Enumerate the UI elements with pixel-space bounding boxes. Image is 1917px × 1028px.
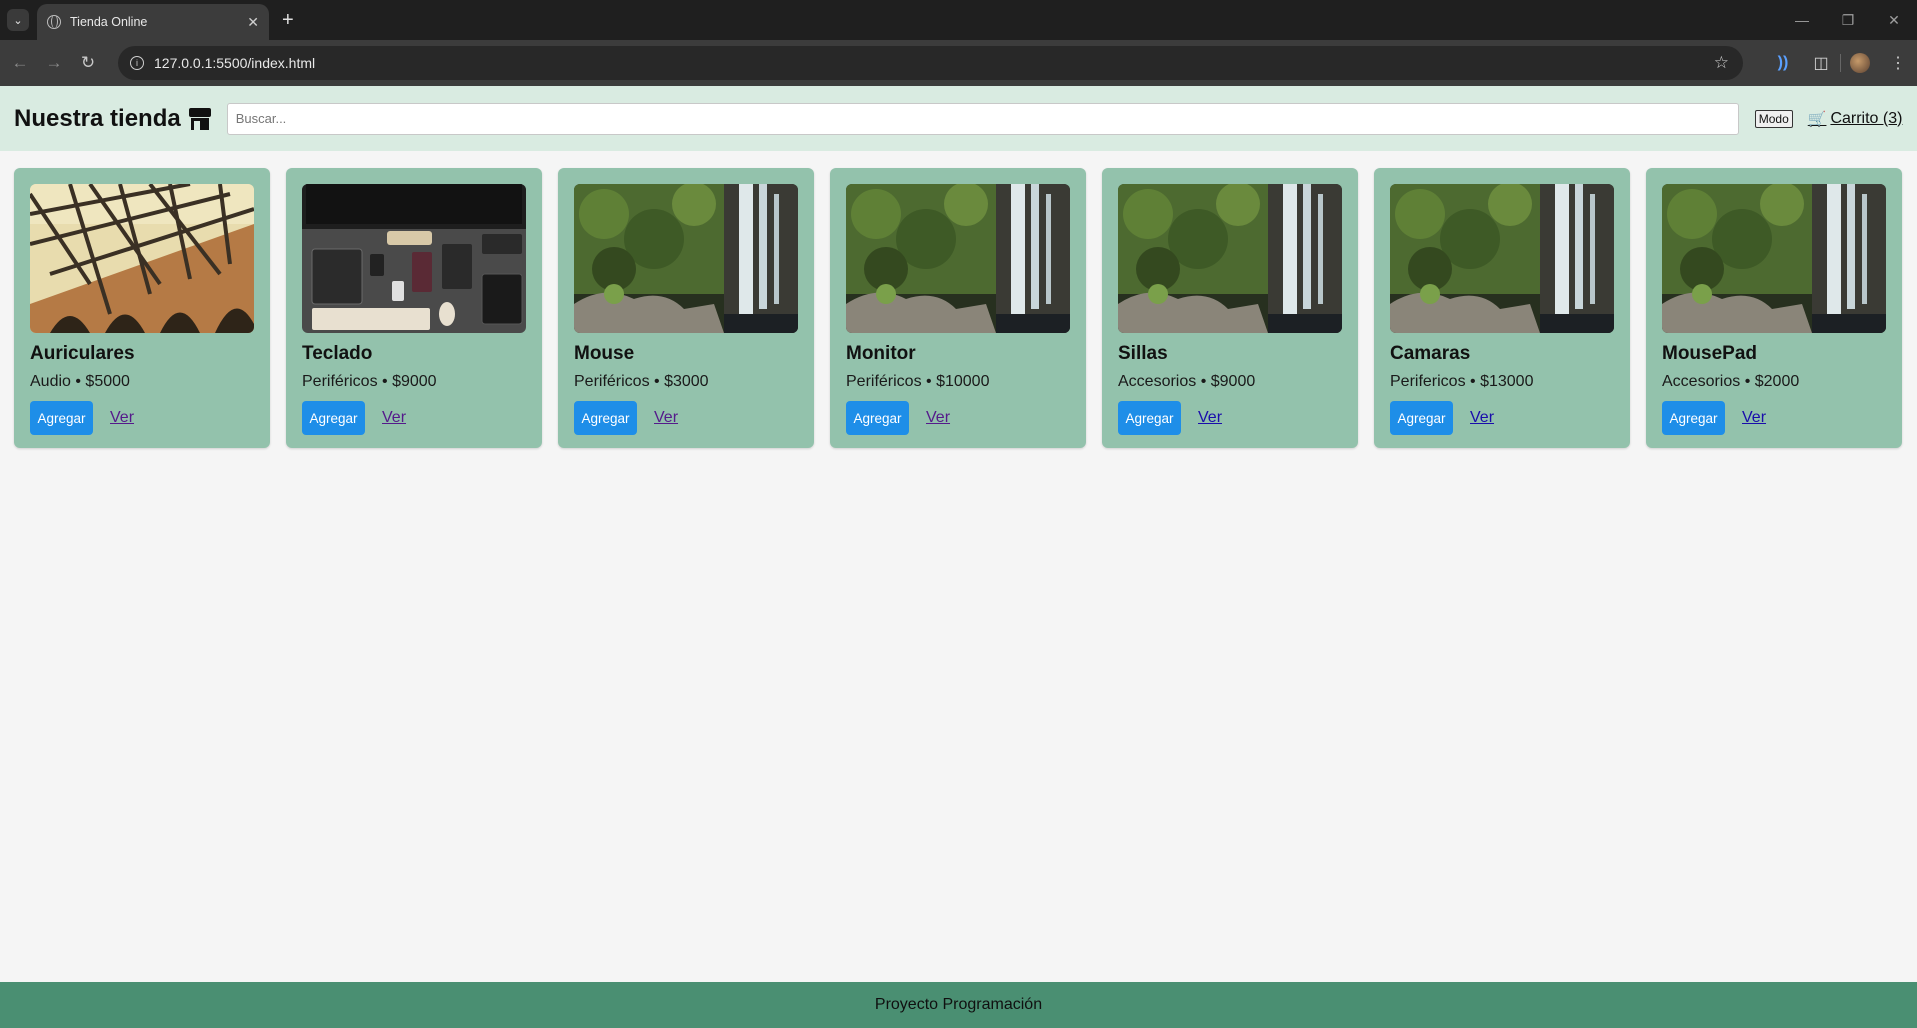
- site-info-icon[interactable]: i: [130, 56, 144, 70]
- product-actions: Agregar Ver: [30, 401, 254, 435]
- back-icon[interactable]: ←: [3, 46, 37, 80]
- extensions-puzzle-icon[interactable]: ◫: [1802, 53, 1840, 73]
- product-card: MousePad Accesorios • $2000 Agregar Ver: [1646, 168, 1902, 448]
- product-card: Mouse Periféricos • $3000 Agregar Ver: [558, 168, 814, 448]
- view-product-link[interactable]: Ver: [926, 409, 950, 427]
- restore-icon[interactable]: ❐: [1825, 0, 1871, 40]
- product-image-waterfall: [1118, 184, 1342, 333]
- add-to-cart-button[interactable]: Agregar: [1662, 401, 1725, 435]
- product-category-price: Accesorios • $9000: [1118, 373, 1256, 390]
- view-product-link[interactable]: Ver: [654, 409, 678, 427]
- window-controls: — ❐ ✕: [1779, 0, 1917, 40]
- product-category-price: Periféricos • $10000: [846, 373, 990, 390]
- product-image-waterfall: [574, 184, 798, 333]
- site-title: Nuestra tienda: [14, 104, 181, 132]
- view-product-link[interactable]: Ver: [1198, 409, 1222, 427]
- view-product-link[interactable]: Ver: [110, 409, 134, 427]
- product-category-price: Periféricos • $3000: [574, 373, 709, 390]
- product-card: Sillas Accesorios • $9000 Agregar Ver: [1102, 168, 1358, 448]
- product-actions: Agregar Ver: [574, 401, 798, 435]
- toolbar-icons: )) ◫ ⋮: [1764, 40, 1917, 86]
- product-actions: Agregar Ver: [1390, 401, 1614, 435]
- browser-tab[interactable]: Tienda Online ✕: [37, 4, 269, 40]
- reload-icon[interactable]: ↻: [71, 46, 105, 80]
- add-to-cart-button[interactable]: Agregar: [846, 401, 909, 435]
- product-image-desk: [302, 184, 526, 333]
- product-image-waterfall: [1390, 184, 1614, 333]
- product-category-price: Audio • $5000: [30, 373, 130, 390]
- shopping-cart-icon: 🛒: [1807, 110, 1827, 128]
- view-product-link[interactable]: Ver: [382, 409, 406, 427]
- tab-search-icon[interactable]: ⌄: [7, 9, 29, 31]
- view-product-link[interactable]: Ver: [1742, 409, 1766, 427]
- product-actions: Agregar Ver: [1118, 401, 1342, 435]
- address-bar[interactable]: i 127.0.0.1:5500/index.html ☆: [118, 46, 1743, 80]
- minimize-icon[interactable]: —: [1779, 0, 1825, 40]
- site-brand: Nuestra tienda: [14, 105, 211, 133]
- footer-text: Proyecto Programación: [874, 996, 1043, 1013]
- product-card: Monitor Periféricos • $10000 Agregar Ver: [830, 168, 1086, 448]
- product-name: Auriculares: [30, 343, 135, 364]
- menu-kebab-icon[interactable]: ⋮: [1879, 53, 1917, 73]
- product-card: Auriculares Audio • $5000 Agregar Ver: [14, 168, 270, 448]
- extension-wave-icon[interactable]: )): [1764, 54, 1802, 72]
- forward-icon[interactable]: →: [37, 46, 71, 80]
- product-actions: Agregar Ver: [1662, 401, 1886, 435]
- add-to-cart-button[interactable]: Agregar: [574, 401, 637, 435]
- product-card: Camaras Perifericos • $13000 Agregar Ver: [1374, 168, 1630, 448]
- cart-link[interactable]: 🛒 Carrito (3): [1808, 110, 1903, 128]
- product-image-waterfall: [1662, 184, 1886, 333]
- profile-avatar[interactable]: [1850, 53, 1870, 73]
- browser-tab-bar: ⌄ Tienda Online ✕ + — ❐ ✕: [0, 0, 1917, 40]
- product-name: Mouse: [574, 343, 635, 364]
- browser-toolbar: ← → ↻ i 127.0.0.1:5500/index.html ☆ )) ◫…: [0, 40, 1917, 86]
- product-name: Teclado: [302, 343, 373, 364]
- product-category-price: Periféricos • $9000: [302, 373, 437, 390]
- close-tab-icon[interactable]: ✕: [247, 14, 259, 31]
- close-window-icon[interactable]: ✕: [1871, 0, 1917, 40]
- bookmark-star-icon[interactable]: ☆: [1714, 53, 1729, 73]
- store-icon: [188, 107, 211, 130]
- toolbar-divider: [1840, 54, 1841, 72]
- new-tab-button[interactable]: +: [282, 9, 294, 32]
- product-actions: Agregar Ver: [846, 401, 1070, 435]
- product-name: Monitor: [846, 343, 916, 364]
- mode-toggle-button[interactable]: Modo: [1754, 109, 1793, 128]
- cart-label: Carrito (3): [1830, 109, 1903, 127]
- product-grid: Auriculares Audio • $5000 Agregar Ver Te…: [14, 168, 1902, 448]
- globe-icon: [47, 15, 61, 29]
- add-to-cart-button[interactable]: Agregar: [1118, 401, 1181, 435]
- product-name: Camaras: [1390, 343, 1471, 364]
- search-input[interactable]: [226, 102, 1739, 135]
- product-name: Sillas: [1118, 343, 1168, 364]
- product-card: Teclado Periféricos • $9000 Agregar Ver: [286, 168, 542, 448]
- site-header: Nuestra tienda Modo 🛒 Carrito (3): [0, 86, 1917, 151]
- add-to-cart-button[interactable]: Agregar: [302, 401, 365, 435]
- product-category-price: Accesorios • $2000: [1662, 373, 1800, 390]
- product-actions: Agregar Ver: [302, 401, 526, 435]
- url-text: 127.0.0.1:5500/index.html: [154, 55, 316, 71]
- view-product-link[interactable]: Ver: [1470, 409, 1494, 427]
- site-footer: Proyecto Programación: [0, 982, 1917, 1028]
- product-category-price: Perifericos • $13000: [1390, 373, 1534, 390]
- add-to-cart-button[interactable]: Agregar: [1390, 401, 1453, 435]
- tab-title: Tienda Online: [70, 15, 148, 29]
- product-image-waterfall: [846, 184, 1070, 333]
- product-image-bridge: [30, 184, 254, 333]
- product-name: MousePad: [1662, 343, 1758, 364]
- add-to-cart-button[interactable]: Agregar: [30, 401, 93, 435]
